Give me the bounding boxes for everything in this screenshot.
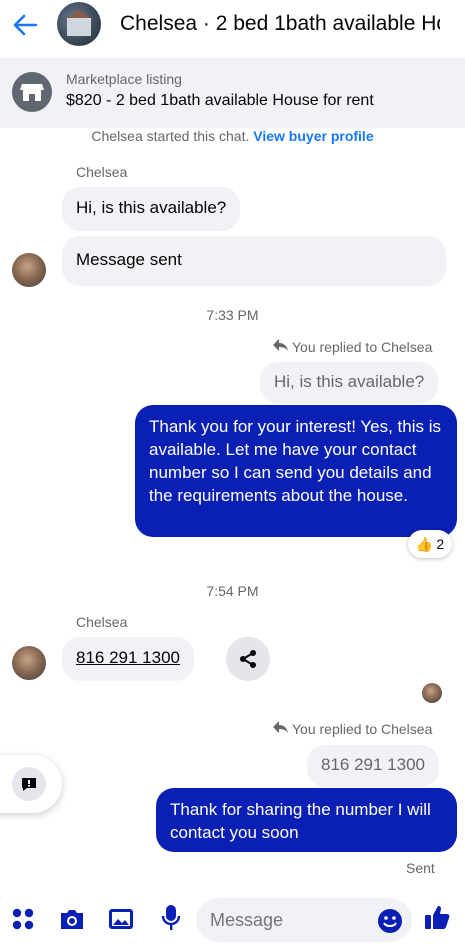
thumbs-up-emoji-icon: 👍 bbox=[415, 535, 434, 552]
outgoing-message[interactable]: Thank for sharing the number I will cont… bbox=[156, 788, 457, 852]
reply-arrow-icon bbox=[272, 720, 289, 737]
reply-indicator-text: You replied to Chelsea bbox=[292, 338, 433, 355]
marketplace-listing-bar[interactable]: Marketplace listing $820 - 2 bed 1bath a… bbox=[0, 58, 465, 128]
emoji-icon[interactable] bbox=[377, 908, 403, 939]
apps-grid-icon[interactable] bbox=[11, 907, 35, 936]
incoming-message[interactable]: Message sent bbox=[62, 236, 446, 286]
camera-icon[interactable] bbox=[58, 906, 86, 937]
sender-name: Chelsea bbox=[76, 164, 128, 180]
marketplace-label: Marketplace listing bbox=[66, 71, 182, 87]
outgoing-message[interactable]: Thank you for your interest! Yes, this i… bbox=[135, 405, 457, 537]
microphone-icon[interactable] bbox=[160, 904, 182, 937]
conversation-header: Chelsea · 2 bed 1bath available Ho bbox=[0, 0, 465, 54]
share-button[interactable] bbox=[226, 637, 270, 681]
reply-indicator-text: You replied to Chelsea bbox=[292, 720, 433, 737]
reply-arrow-icon bbox=[272, 338, 289, 355]
system-text: Chelsea started this chat. bbox=[91, 128, 250, 144]
incoming-message[interactable]: Hi, is this available? bbox=[62, 187, 241, 231]
listing-title: $820 - 2 bed 1bath available House for r… bbox=[66, 92, 374, 109]
contact-avatar[interactable] bbox=[12, 253, 46, 287]
read-receipt-avatar bbox=[422, 683, 442, 703]
storefront-icon bbox=[12, 72, 52, 112]
gallery-icon[interactable] bbox=[108, 907, 134, 936]
listing-thumbnail[interactable] bbox=[57, 2, 101, 46]
message-status: Sent bbox=[406, 860, 435, 876]
contact-avatar[interactable] bbox=[12, 646, 46, 680]
conversation-title[interactable]: Chelsea · 2 bed 1bath available Ho bbox=[120, 12, 440, 36]
thumbs-up-icon[interactable] bbox=[423, 903, 451, 936]
back-arrow-icon[interactable] bbox=[10, 10, 40, 40]
quoted-message[interactable]: 816 291 1300 bbox=[307, 745, 439, 787]
reply-indicator: You replied to Chelsea bbox=[272, 338, 432, 355]
chat-started-notice: Chelsea started this chat. View buyer pr… bbox=[0, 128, 465, 144]
reply-indicator: You replied to Chelsea bbox=[272, 720, 432, 737]
reaction-count: 2 bbox=[436, 536, 445, 552]
quoted-message[interactable]: Hi, is this available? bbox=[260, 362, 439, 404]
floating-chat-button[interactable] bbox=[0, 755, 62, 813]
share-icon bbox=[240, 650, 256, 668]
phone-number-message[interactable]: 816 291 1300 bbox=[62, 637, 194, 681]
message-reaction[interactable]: 👍 2 bbox=[408, 530, 452, 558]
timestamp: 7:54 PM bbox=[206, 583, 259, 599]
view-buyer-profile-link[interactable]: View buyer profile bbox=[253, 128, 373, 144]
chat-alert-icon bbox=[12, 767, 46, 801]
sender-name: Chelsea bbox=[76, 614, 128, 630]
timestamp: 7:33 PM bbox=[206, 307, 259, 323]
